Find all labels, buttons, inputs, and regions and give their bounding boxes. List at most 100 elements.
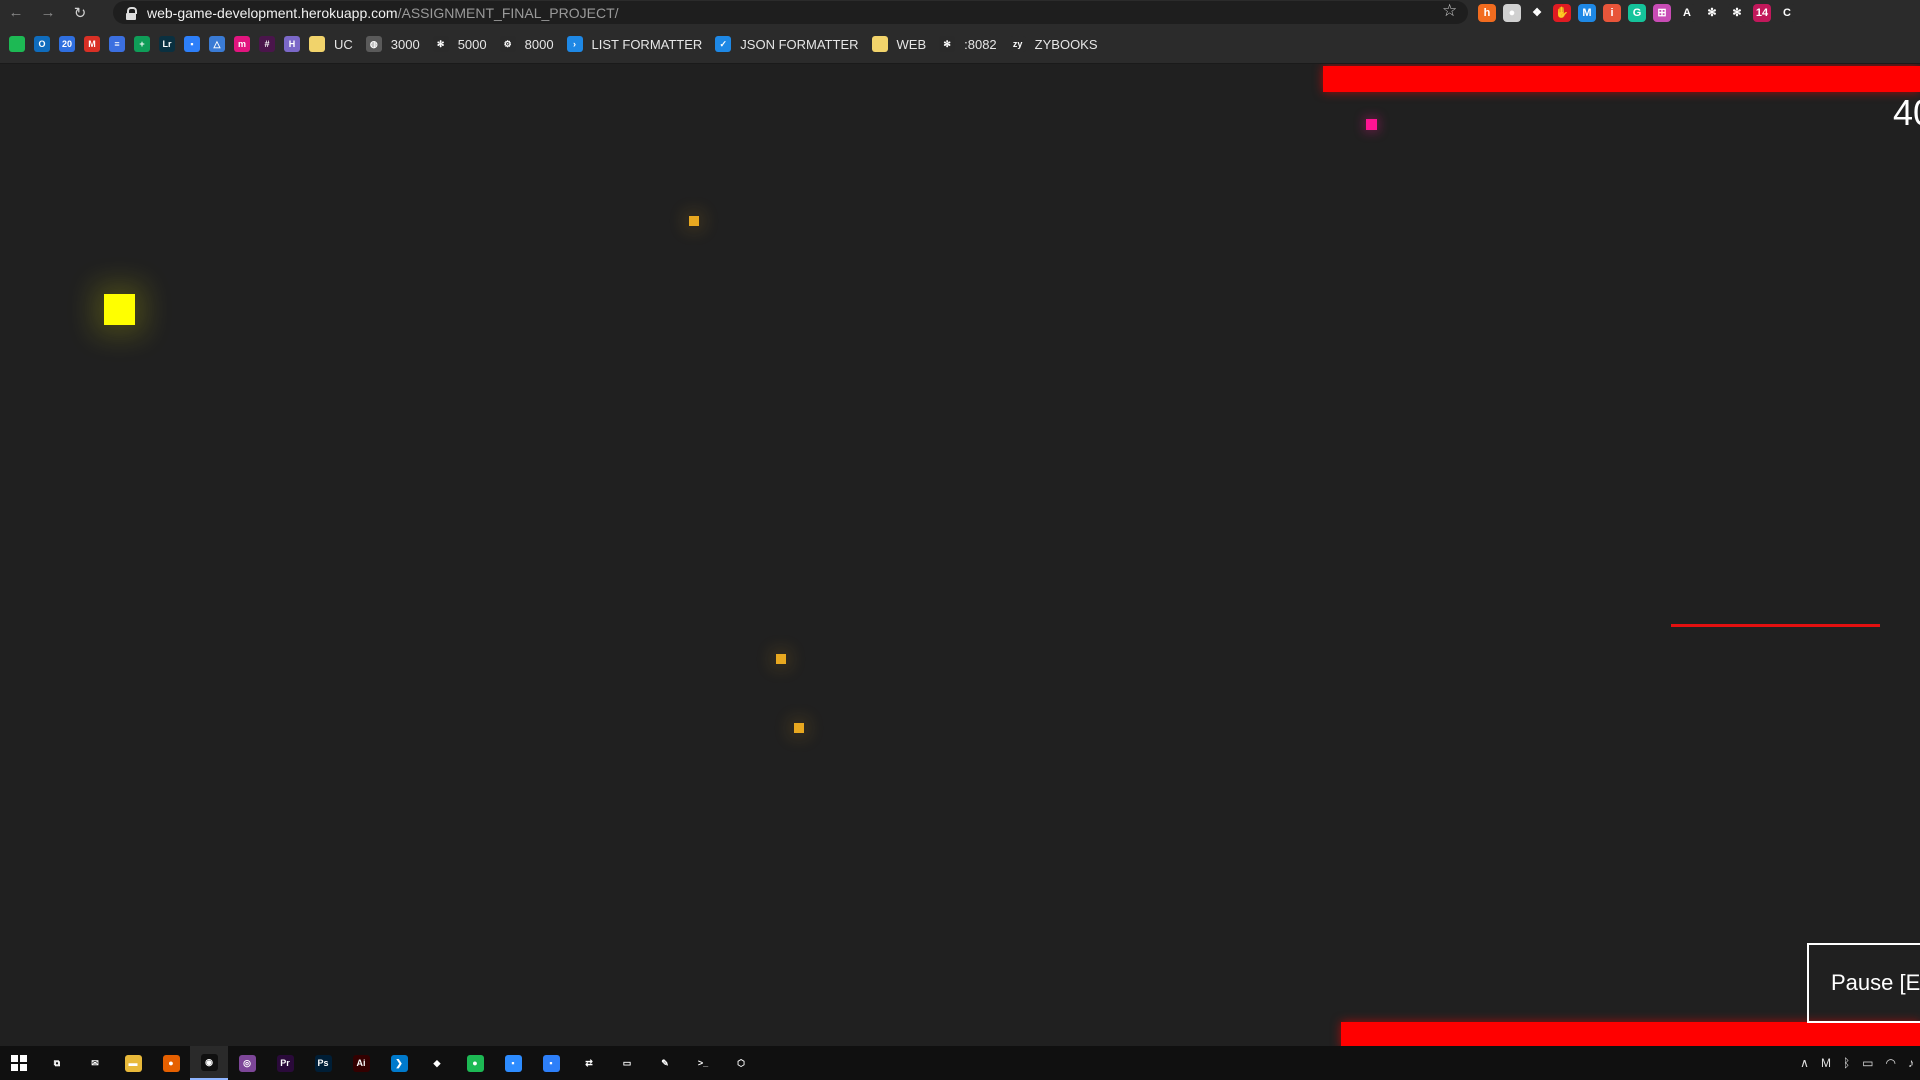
premiere-icon: Pr xyxy=(276,1054,294,1072)
bookmark-label: 5000 xyxy=(457,36,487,52)
tray-expand-icon[interactable]: ∧ xyxy=(1800,1056,1809,1070)
bookmark-label: 3000 xyxy=(390,36,420,52)
check-icon: ✓ xyxy=(715,36,732,52)
zybooks-icon: zy xyxy=(1009,36,1026,52)
coin xyxy=(776,654,786,664)
badge-extension-icon[interactable]: 14 xyxy=(1753,3,1771,22)
taskbar-app[interactable]: >_ xyxy=(684,1046,722,1080)
c-extension-icon[interactable]: C xyxy=(1778,3,1796,22)
game-canvas[interactable]: 40 Pause [E xyxy=(0,64,1920,1046)
taskbar-app[interactable]: ❯ xyxy=(380,1046,418,1080)
taskbar-app[interactable]: ● xyxy=(152,1046,190,1080)
bookmark-slack[interactable]: # xyxy=(259,36,275,52)
taskbar-app[interactable]: Ai xyxy=(342,1046,380,1080)
taskbar-app[interactable]: ▭ xyxy=(608,1046,646,1080)
lock-icon xyxy=(125,6,137,20)
bookmark-star-icon[interactable]: ☆ xyxy=(1442,1,1457,21)
honey-icon[interactable]: h xyxy=(1478,3,1496,22)
taskbar-app[interactable]: ◉ xyxy=(190,1046,228,1080)
bookmark-8082[interactable]: ✻:8082 xyxy=(939,36,1001,52)
bookmark-drive[interactable]: △ xyxy=(209,36,225,52)
bookmark-5000[interactable]: ✻ 5000 xyxy=(432,36,491,52)
gear-extension-icon[interactable]: ✻ xyxy=(1703,3,1721,22)
tor-icon: ◎ xyxy=(238,1054,256,1072)
taskbar-app[interactable]: ▪ xyxy=(494,1046,532,1080)
taskbar-app[interactable]: ✉ xyxy=(76,1046,114,1080)
bookmark-hackmd[interactable]: H xyxy=(284,36,300,52)
bookmark-spotify[interactable] xyxy=(9,36,25,52)
bookmark-zybooks[interactable]: zy ZYBOOKS xyxy=(1009,36,1102,52)
firefox-icon: ● xyxy=(162,1054,180,1072)
remote-desktop-icon: ▭ xyxy=(618,1054,636,1072)
coin xyxy=(689,216,699,226)
address-bar[interactable]: web-game-development.herokuapp.com/ASSIG… xyxy=(113,1,1468,24)
taskbar-app[interactable]: ⇄ xyxy=(570,1046,608,1080)
bookmark-uc[interactable]: UC xyxy=(309,36,357,52)
sheets-icon: + xyxy=(134,36,150,52)
bookmark-web[interactable]: WEB xyxy=(871,36,931,52)
colorpick-icon[interactable]: ⊞ xyxy=(1653,3,1671,22)
taskbar-app[interactable]: Pr xyxy=(266,1046,304,1080)
bookmark-list-formatter[interactable]: › LIST FORMATTER xyxy=(566,36,707,52)
calendar-icon: 20 xyxy=(59,36,75,52)
bookmark-3000[interactable]: ◍ 3000 xyxy=(365,36,424,52)
forward-icon[interactable]: → xyxy=(32,0,64,25)
bluetooth-icon[interactable]: ᛒ xyxy=(1843,1056,1850,1070)
enemy-square xyxy=(1366,119,1377,130)
url-path: /ASSIGNMENT_FINAL_PROJECT/ xyxy=(397,4,619,21)
tray-app-icon[interactable]: M xyxy=(1821,1056,1831,1070)
spotify-taskbar-icon: ● xyxy=(466,1054,484,1072)
bookmark-gmail[interactable]: M xyxy=(84,36,100,52)
taskbar-app[interactable]: ⬡ xyxy=(722,1046,760,1080)
outlook-icon: O xyxy=(34,36,50,52)
taskbar-app[interactable]: ▪ xyxy=(532,1046,570,1080)
chrome-icon: ◉ xyxy=(200,1053,218,1071)
monday-icon: m xyxy=(234,36,250,52)
bookmark-label: LIST FORMATTER xyxy=(591,36,703,52)
bookmark-outlook[interactable]: O xyxy=(34,36,50,52)
taskbar-app[interactable]: ◎ xyxy=(228,1046,266,1080)
teams-icon: ▪ xyxy=(542,1054,560,1072)
bookmark-label: WEB xyxy=(896,36,927,52)
grammarly-icon[interactable]: G xyxy=(1628,3,1646,22)
taskbar-app[interactable]: ⧉ xyxy=(38,1046,76,1080)
wifi-icon[interactable]: ◠ xyxy=(1886,1056,1896,1070)
start-button[interactable] xyxy=(0,1046,38,1080)
bookmark-lightroom[interactable]: Lr xyxy=(159,36,175,52)
bookmark-label: 8000 xyxy=(524,36,554,52)
docs-icon: ≡ xyxy=(109,36,125,52)
back-icon[interactable]: ← xyxy=(0,0,32,25)
bookmark-calendar[interactable]: 20 xyxy=(59,36,75,52)
url-host: web-game-development.herokuapp.com xyxy=(147,4,398,21)
file-explorer-icon: ▬ xyxy=(124,1054,142,1072)
info-extension-icon[interactable]: i xyxy=(1603,3,1621,22)
a-extension-icon[interactable]: A xyxy=(1678,3,1696,22)
bookmark-json-formatter[interactable]: ✓ JSON FORMATTER xyxy=(715,36,862,52)
bookmark-chat[interactable]: ▪ xyxy=(184,36,200,52)
network-tool-icon: ⇄ xyxy=(580,1054,598,1072)
taskbar-app[interactable]: ● xyxy=(456,1046,494,1080)
react-devtools-icon[interactable]: ✻ xyxy=(1728,3,1746,22)
battery-icon[interactable]: ▭ xyxy=(1862,1056,1873,1070)
bookmark-docs[interactable]: ≡ xyxy=(109,36,125,52)
adblock-icon[interactable]: ✋ xyxy=(1553,3,1571,22)
react-icon: ✻ xyxy=(432,36,449,52)
taskbar-app[interactable]: ▬ xyxy=(114,1046,152,1080)
chat-icon: ▪ xyxy=(184,36,200,52)
slack-icon: # xyxy=(259,36,275,52)
taskbar-app[interactable]: ✎ xyxy=(646,1046,684,1080)
m-extension-icon[interactable]: M xyxy=(1578,3,1596,22)
taskbar-app[interactable]: Ps xyxy=(304,1046,342,1080)
list-formatter-icon: › xyxy=(566,36,583,52)
volume-icon[interactable]: ♪ xyxy=(1908,1056,1914,1070)
bookmark-8000[interactable]: ⚙ 8000 xyxy=(499,36,558,52)
pause-button[interactable]: Pause [E xyxy=(1807,943,1920,1023)
bookmark-monday[interactable]: m xyxy=(234,36,250,52)
folder-icon xyxy=(871,36,888,52)
circle-extension-icon[interactable]: ● xyxy=(1503,3,1521,22)
dropbox-icon[interactable]: ❖ xyxy=(1528,3,1546,22)
taskbar-app[interactable]: ◆ xyxy=(418,1046,456,1080)
bookmark-sheets[interactable]: + xyxy=(134,36,150,52)
react-icon: ✻ xyxy=(939,36,956,52)
reload-icon[interactable]: ↻ xyxy=(64,0,96,25)
